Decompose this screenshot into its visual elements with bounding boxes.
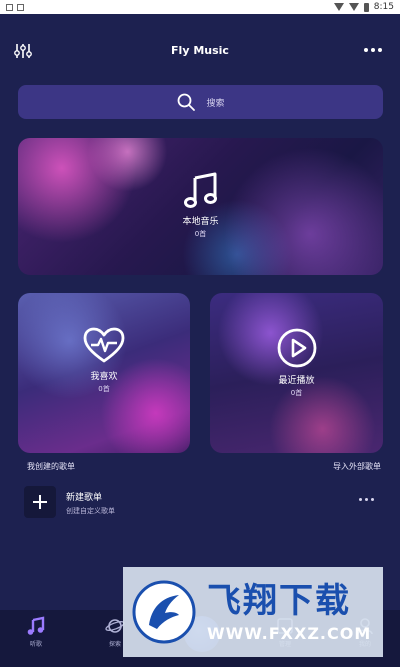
add-playlist-button[interactable]: [24, 486, 56, 518]
app-header: Fly Music: [0, 34, 400, 66]
search-icon: [178, 93, 196, 111]
new-playlist-subtitle: 创建自定义歌单: [66, 507, 115, 515]
tab-listen[interactable]: 听歌: [16, 616, 56, 648]
recent-played-count: 0首: [290, 389, 303, 397]
local-music-count: 0首: [194, 230, 207, 238]
wifi-icon: [333, 3, 344, 11]
status-time: 8:15: [373, 2, 394, 12]
status-left: [6, 3, 24, 11]
status-bar: 8:15: [0, 0, 400, 14]
new-playlist-title: 新建歌单: [66, 493, 103, 503]
notification-icon: [6, 3, 13, 11]
more-icon[interactable]: [362, 42, 384, 58]
battery-icon: [363, 2, 369, 12]
search-placeholder: 搜索: [206, 98, 225, 109]
music-note-icon: [27, 616, 45, 635]
sim-icon: [17, 3, 24, 11]
tab-explore-label: 探索: [108, 641, 121, 648]
local-music-card[interactable]: 本地音乐 0首: [18, 138, 383, 275]
planet-icon: [105, 619, 125, 633]
new-playlist-row[interactable]: 新建歌单 创建自定义歌单: [24, 486, 384, 522]
status-right: 8:15: [333, 2, 394, 12]
watermark-text: 飞翔下载: [207, 581, 351, 621]
equalizer-icon[interactable]: [14, 42, 32, 60]
watermark-url: WWW.FXXZ.COM: [207, 624, 372, 643]
heart-pulse-icon: [83, 327, 125, 363]
import-playlist-link[interactable]: 导入外部歌单: [333, 461, 381, 472]
playlist-more-icon[interactable]: [359, 498, 374, 501]
music-note-icon: [183, 172, 217, 208]
favorites-label: 我喜欢: [90, 372, 118, 382]
my-playlists-heading: 我创建的歌单: [27, 462, 75, 471]
recent-played-label: 最近播放: [278, 376, 315, 386]
watermark-overlay: 飞翔下载 WWW.FXXZ.COM: [123, 567, 383, 657]
search-bar[interactable]: 搜索: [18, 85, 383, 119]
plus-icon: [33, 495, 47, 509]
play-circle-icon: [277, 328, 316, 368]
watermark-logo-icon: [132, 580, 196, 644]
app-title: Fly Music: [171, 43, 229, 57]
favorites-card[interactable]: 我喜欢 0首: [18, 293, 190, 453]
signal-icon: [348, 3, 359, 11]
local-music-label: 本地音乐: [182, 217, 219, 227]
favorites-count: 0首: [98, 385, 110, 393]
tab-listen-label: 听歌: [29, 641, 42, 648]
recent-played-card[interactable]: 最近播放 0首: [210, 293, 383, 453]
